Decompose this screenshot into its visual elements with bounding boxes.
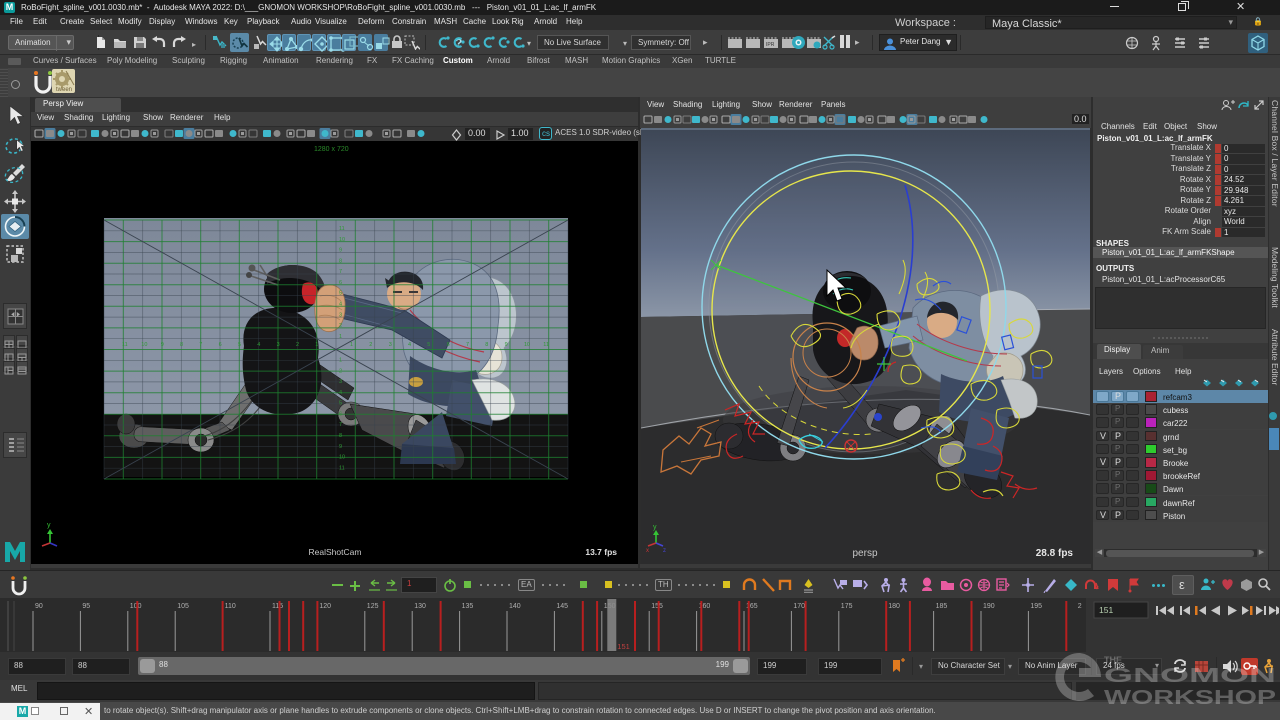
svg-text:195: 195 — [1030, 603, 1042, 610]
svg-text:170: 170 — [793, 603, 805, 610]
svg-text:13.7 fps: 13.7 fps — [585, 547, 617, 557]
svg-text:2: 2 — [369, 342, 372, 348]
svg-text:4: 4 — [257, 342, 260, 348]
svg-text:105: 105 — [177, 603, 189, 610]
svg-text:5: 5 — [427, 342, 430, 348]
svg-text:10: 10 — [339, 455, 345, 461]
svg-text:tween: tween — [56, 87, 72, 93]
svg-text:9: 9 — [339, 248, 342, 254]
svg-text:2: 2 — [339, 323, 342, 329]
svg-text:8: 8 — [339, 258, 342, 264]
svg-text:110: 110 — [225, 603, 236, 610]
svg-text:100: 100 — [130, 603, 142, 610]
svg-text:9: 9 — [161, 342, 164, 348]
svg-text:90: 90 — [35, 603, 43, 610]
svg-text:8: 8 — [180, 342, 183, 348]
svg-text:4: 4 — [408, 342, 411, 348]
svg-text:7: 7 — [199, 342, 202, 348]
svg-text:11: 11 — [339, 226, 345, 232]
svg-text:y: y — [47, 522, 51, 529]
svg-text:6: 6 — [339, 411, 342, 417]
svg-text:10: 10 — [141, 342, 147, 348]
svg-text:135: 135 — [462, 603, 474, 610]
svg-text:5: 5 — [339, 291, 342, 297]
svg-text:7: 7 — [466, 342, 469, 348]
svg-text:175: 175 — [841, 603, 853, 610]
svg-text:z: z — [663, 548, 666, 554]
svg-text:10: 10 — [524, 342, 530, 348]
svg-text:3: 3 — [389, 342, 392, 348]
svg-text:RealShotCam: RealShotCam — [309, 547, 362, 557]
svg-text:28.8 fps: 28.8 fps — [1036, 548, 1074, 559]
svg-text:11: 11 — [543, 342, 549, 348]
svg-text:y: y — [653, 524, 657, 531]
svg-text:145: 145 — [556, 603, 568, 610]
svg-text:persp: persp — [852, 548, 877, 559]
svg-text:3: 3 — [339, 379, 342, 385]
svg-text:3: 3 — [277, 342, 280, 348]
svg-text:151: 151 — [617, 642, 630, 651]
svg-text:7: 7 — [339, 422, 342, 428]
svg-text:x: x — [646, 548, 649, 554]
svg-text:2: 2 — [339, 368, 342, 374]
svg-text:IPR: IPR — [766, 42, 775, 48]
svg-text:5: 5 — [238, 342, 241, 348]
svg-text:4: 4 — [339, 390, 342, 396]
svg-text:95: 95 — [82, 603, 90, 610]
svg-text:1: 1 — [315, 342, 318, 348]
svg-text:151: 151 — [1099, 605, 1113, 615]
svg-text:5: 5 — [339, 401, 342, 407]
svg-text:1280 x 720: 1280 x 720 — [314, 146, 349, 153]
svg-text:7: 7 — [339, 269, 342, 275]
svg-text:140: 140 — [509, 603, 521, 610]
svg-text:10: 10 — [339, 237, 345, 243]
svg-text:11: 11 — [339, 465, 345, 471]
svg-text:3: 3 — [339, 312, 342, 318]
svg-text:2: 2 — [296, 342, 299, 348]
svg-text:4: 4 — [339, 302, 342, 308]
svg-text:130: 130 — [414, 603, 426, 610]
svg-text:1: 1 — [339, 334, 342, 340]
svg-text:1: 1 — [350, 342, 353, 348]
svg-text:8: 8 — [485, 342, 488, 348]
svg-text:6: 6 — [339, 280, 342, 286]
svg-text:190: 190 — [983, 603, 995, 610]
svg-text:9: 9 — [505, 342, 508, 348]
svg-text:185: 185 — [936, 603, 948, 610]
svg-text:120: 120 — [319, 603, 331, 610]
svg-text:1: 1 — [339, 358, 342, 364]
svg-text:6: 6 — [219, 342, 222, 348]
svg-text:9: 9 — [339, 444, 342, 450]
svg-text:125: 125 — [367, 603, 379, 610]
svg-text:2: 2 — [1078, 603, 1082, 610]
svg-text:8: 8 — [339, 433, 342, 439]
svg-text:180: 180 — [888, 603, 900, 610]
svg-text:155: 155 — [651, 603, 663, 610]
svg-text:6: 6 — [447, 342, 450, 348]
svg-text:115: 115 — [272, 603, 283, 610]
svg-text:11: 11 — [122, 342, 128, 348]
